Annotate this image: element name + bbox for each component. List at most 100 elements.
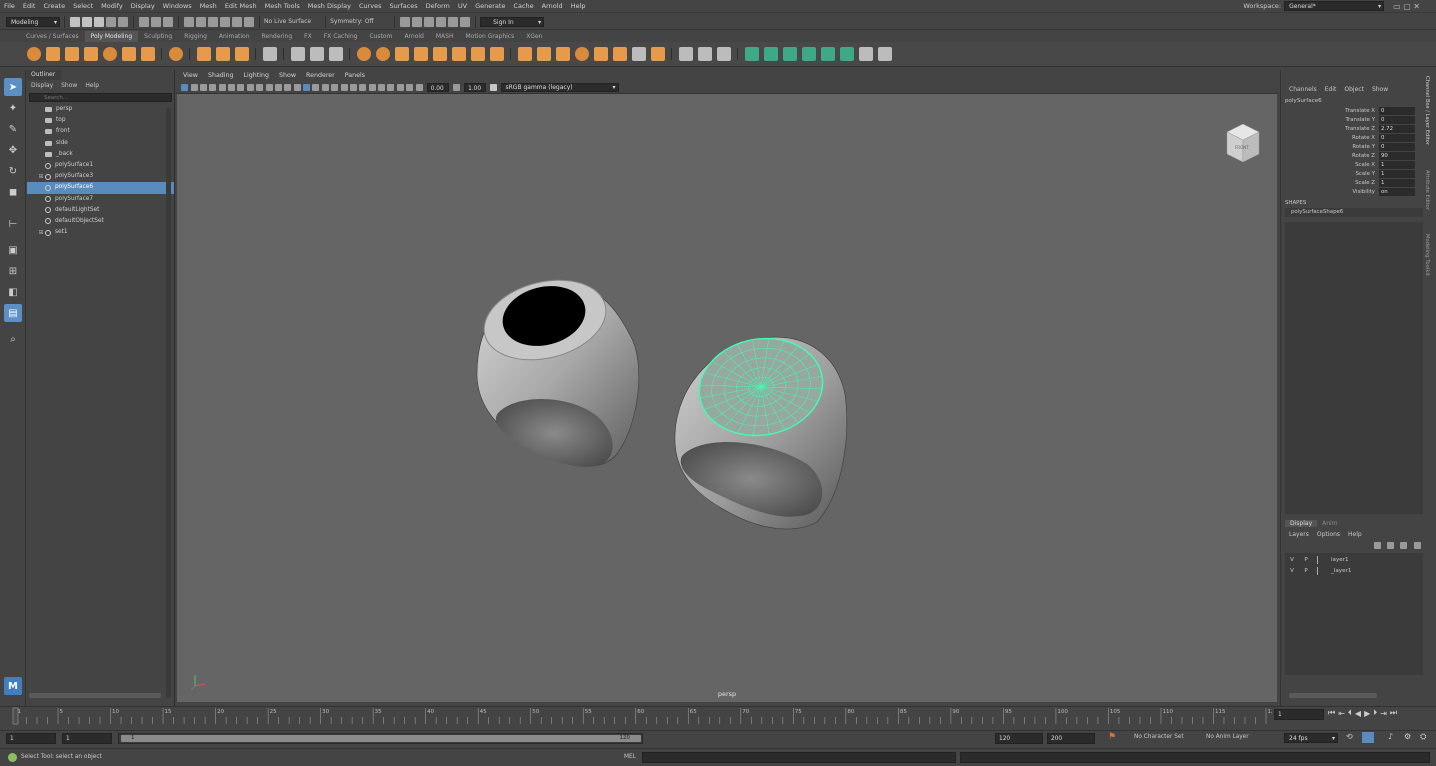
current-time-marker[interactable] xyxy=(12,707,19,725)
sign-in-dropdown[interactable]: Sign In xyxy=(480,16,545,27)
outliner-item[interactable]: persp xyxy=(27,104,174,115)
layer-visibility-toggle[interactable]: V xyxy=(1285,557,1299,563)
uv-cut-icon[interactable] xyxy=(858,47,873,61)
uv-automatic-icon[interactable] xyxy=(801,47,816,61)
shelf-tab-custom[interactable]: Custom xyxy=(363,31,398,42)
exposure-icon[interactable] xyxy=(415,84,423,91)
shelf-tab-arnold[interactable]: Arnold xyxy=(398,31,429,42)
collapse-icon[interactable] xyxy=(650,47,665,61)
uv-unfold-icon[interactable] xyxy=(820,47,835,61)
outliner-item[interactable]: front xyxy=(27,126,174,137)
layer-tab-anim[interactable]: Anim xyxy=(1317,520,1342,527)
channel-row[interactable]: Scale Y 1 xyxy=(1281,169,1436,178)
new-layer-icon[interactable] xyxy=(1400,541,1408,549)
poly-disc-icon[interactable] xyxy=(140,47,155,61)
uv-planar-icon[interactable] xyxy=(744,47,759,61)
gamma-icon[interactable] xyxy=(452,84,460,91)
channelbox-menu-channels[interactable]: Channels xyxy=(1285,86,1321,93)
layer-color-swatch[interactable] xyxy=(1317,566,1327,575)
channelbox-menu-show[interactable]: Show xyxy=(1368,86,1392,93)
side-tab-attribute-editor[interactable]: Attribute Editor xyxy=(1424,170,1430,230)
smooth-shade-icon[interactable] xyxy=(312,84,320,91)
depth-of-field-icon[interactable] xyxy=(378,84,386,91)
open-scene-icon[interactable] xyxy=(82,16,92,27)
outliner-menu-display[interactable]: Display xyxy=(27,80,57,91)
lasso-tool-icon[interactable]: ✦ xyxy=(4,99,22,117)
side-tab-channel-box[interactable]: Channel Box / Layer Editor xyxy=(1424,76,1430,166)
expand-icon[interactable]: ⊞ xyxy=(37,171,45,182)
poly-plane-icon[interactable] xyxy=(121,47,136,61)
svg-tool-icon[interactable] xyxy=(234,47,249,61)
offset-edge-loop-icon[interactable] xyxy=(716,47,731,61)
channel-row[interactable]: Rotate Y 0 xyxy=(1281,142,1436,151)
mirror-icon[interactable] xyxy=(413,47,428,61)
outliner-item[interactable]: polySurface6 xyxy=(27,182,174,194)
hypershade-icon[interactable] xyxy=(436,16,447,27)
grease-pencil-icon[interactable] xyxy=(228,84,236,91)
separate-icon[interactable] xyxy=(309,47,324,61)
layer-playback-toggle[interactable]: P xyxy=(1299,568,1313,574)
lock-camera-icon[interactable] xyxy=(190,84,198,91)
xray-icon[interactable] xyxy=(396,84,404,91)
auto-key-icon[interactable]: ⚑ xyxy=(1108,732,1116,742)
arnold-render-icon[interactable] xyxy=(448,16,459,27)
range-slider-handle[interactable] xyxy=(121,735,641,742)
viewport-menu-panels[interactable]: Panels xyxy=(340,70,370,81)
snap-grid-icon[interactable] xyxy=(184,16,194,27)
channel-value-field[interactable]: 1 xyxy=(1379,169,1415,178)
menu-modify[interactable]: Modify xyxy=(97,0,127,13)
viewcube[interactable]: FRONT xyxy=(1226,123,1260,163)
resolution-gate-icon[interactable] xyxy=(256,84,264,91)
move-layer-down-icon[interactable] xyxy=(1387,541,1395,549)
outliner-item[interactable]: defaultObjectSet xyxy=(27,216,174,227)
menu-file[interactable]: File xyxy=(0,0,19,13)
outliner-item[interactable]: defaultLightSet xyxy=(27,205,174,216)
shelf-tab-fx-caching[interactable]: FX Caching xyxy=(318,31,364,42)
four-view-icon[interactable]: ⊞ xyxy=(4,262,22,280)
snap-view-icon[interactable] xyxy=(220,16,230,27)
channel-row[interactable]: Scale Z 1 xyxy=(1281,178,1436,187)
bridge-icon[interactable] xyxy=(536,47,551,61)
channel-value-field[interactable]: 0 xyxy=(1379,133,1415,142)
wedge-icon[interactable] xyxy=(612,47,627,61)
undo-icon[interactable] xyxy=(106,16,116,27)
loop-icon[interactable]: ⟲ xyxy=(1346,732,1353,741)
xray-joints-icon[interactable] xyxy=(406,84,414,91)
new-layer-selected-icon[interactable] xyxy=(1413,541,1421,549)
outliner-item[interactable]: top xyxy=(27,115,174,126)
sound-icon[interactable]: ♪ xyxy=(1388,732,1393,741)
layer-menu-help[interactable]: Help xyxy=(1344,531,1366,538)
motion-blur-icon[interactable] xyxy=(359,84,367,91)
shelf-tab-sculpting[interactable]: Sculpting xyxy=(138,31,178,42)
select-component-icon[interactable] xyxy=(163,16,173,27)
channel-value-field[interactable]: 1 xyxy=(1379,160,1415,169)
layer-visibility-toggle[interactable]: V xyxy=(1285,568,1299,574)
two-d-pan-icon[interactable] xyxy=(218,84,226,91)
menu-edit-mesh[interactable]: Edit Mesh xyxy=(221,0,261,13)
outliner-item[interactable]: ⊞ set1 xyxy=(27,227,174,238)
outliner-item[interactable]: side xyxy=(27,138,174,149)
menu-cache[interactable]: Cache xyxy=(509,0,537,13)
smooth-icon[interactable] xyxy=(328,47,343,61)
feedback-icon[interactable] xyxy=(8,753,17,762)
step-back-frame-icon[interactable]: ⏴ xyxy=(1348,708,1352,718)
outliner-item[interactable]: polySurface7 xyxy=(27,194,174,205)
channel-value-field[interactable]: 1 xyxy=(1379,178,1415,187)
bookmark-icon[interactable] xyxy=(199,84,207,91)
playback-start-field[interactable]: 1 xyxy=(62,733,112,744)
poke-icon[interactable] xyxy=(593,47,608,61)
menu-windows[interactable]: Windows xyxy=(159,0,196,13)
shelf-tab-xgen[interactable]: XGen xyxy=(520,31,548,42)
text-tool-icon[interactable] xyxy=(215,47,230,61)
zoom-icon[interactable]: ⌕ xyxy=(4,330,22,348)
channel-row[interactable]: Translate Y 0 xyxy=(1281,115,1436,124)
uv-cylindrical-icon[interactable] xyxy=(763,47,778,61)
step-forward-frame-icon[interactable]: ⏵ xyxy=(1373,708,1377,718)
left-signet-ring[interactable] xyxy=(476,268,640,467)
grid-icon[interactable] xyxy=(237,84,245,91)
menu-set-dropdown[interactable]: Modeling xyxy=(6,16,60,27)
playback-prefs-icon[interactable]: ⛭ xyxy=(1420,732,1426,742)
channel-row[interactable]: Visibility on xyxy=(1281,187,1436,196)
shelf-tab-animation[interactable]: Animation xyxy=(213,31,256,42)
channel-value-field[interactable]: 0 xyxy=(1379,106,1415,115)
